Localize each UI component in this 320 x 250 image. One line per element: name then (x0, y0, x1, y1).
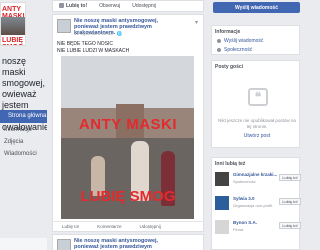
liked-page-name[interactable]: Gimnazjalne krzaki... (233, 172, 277, 177)
liked-page-name[interactable]: Bynon S.A. (233, 220, 277, 225)
liked-page-row: Gimnazjalne krzaki... Społeczność Lubię … (215, 172, 301, 190)
post-author-avatar[interactable] (57, 19, 71, 33)
liked-page-name[interactable]: Sylwia 3.0 (233, 196, 277, 201)
send-message-button[interactable]: Wyślij wiadomość (213, 2, 300, 13)
feed-post: Nie noszę maski antysmogowej, ponieważ j… (52, 234, 204, 250)
info-row-label: Społeczność (224, 47, 253, 53)
follow-button[interactable]: Obserwuj (93, 3, 126, 9)
liked-page-thumbnail[interactable] (215, 196, 229, 210)
post-timestamp[interactable]: 19 stycznia o 12:33 · 🌐 (74, 31, 122, 37)
left-nav: Strona główna Informacje Zdjęcia Wiadomo… (0, 110, 47, 159)
message-icon (217, 39, 221, 43)
left-sidebar: ANTY MASKI LUBIĘ SMOG noszę maski smogow… (0, 0, 47, 250)
quote-icon: ❝ (248, 88, 268, 106)
photo-sky (61, 56, 194, 108)
like-page-button[interactable]: Lubię to! (53, 3, 93, 9)
liked-page-category: Organizacja non-profit (233, 203, 273, 208)
post-text-line: NIE BĘDE TEGO NOSIC (57, 41, 114, 47)
thumbs-up-icon (59, 3, 64, 9)
post-share-button[interactable]: Udostępnij (131, 224, 170, 229)
nav-item-photos[interactable]: Zdjęcia (0, 135, 47, 147)
post-author-avatar[interactable] (57, 239, 71, 250)
liked-page-thumbnail[interactable] (215, 172, 229, 186)
create-post-link[interactable]: Utwórz post (217, 133, 297, 139)
visitor-posts-panel: Posty gości ❝ Nikt jeszcze nie opublikow… (211, 60, 300, 148)
liked-page-row: Bynon S.A. Firma Lubię to! (215, 220, 301, 238)
liked-page-category: Firma (233, 227, 244, 232)
post-author-name[interactable]: Nie noszę maski antysmogowej, ponieważ j… (74, 238, 174, 250)
info-header: Informacje (215, 29, 241, 35)
profile-picture-bottom-text: LUBIĘ SMOG (2, 37, 23, 45)
also-liked-panel: Inni lubią też Gimnazjalne krzaki... Spo… (211, 157, 301, 250)
photo-caption-top: ANTY MASKI (78, 116, 178, 133)
info-row-label: Wyślij wiadomość (224, 38, 264, 44)
page-name-line: noszę maski (2, 56, 27, 77)
liked-page-like-button[interactable]: Lubię to! (279, 174, 301, 181)
profile-picture-image (1, 17, 25, 35)
page-name-line: smogowej, (2, 78, 46, 88)
profile-picture[interactable]: ANTY MASKI LUBIĘ SMOG (0, 2, 26, 46)
post-actions: Lubię to! Komentarze Udostępnij (53, 221, 203, 231)
like-page-label: Lubię to! (66, 3, 88, 9)
visitor-posts-header: Posty gości (215, 64, 244, 70)
info-row[interactable]: Społeczność (212, 44, 299, 53)
feed-post: Nie noszę maski antysmogowej, ponieważ j… (52, 14, 204, 232)
nav-item-messages[interactable]: Wiadomości (0, 147, 47, 159)
liked-page-thumbnail[interactable] (215, 220, 229, 234)
share-page-button[interactable]: Udostępnij (126, 3, 162, 9)
nav-item-info[interactable]: Informacje (0, 123, 47, 135)
page-action-bar: Lubię to! Obserwuj Udostępnij (52, 0, 204, 12)
post-comment-button[interactable]: Komentarze (88, 224, 130, 229)
liked-page-like-button[interactable]: Lubię to! (279, 198, 301, 205)
community-icon (217, 48, 221, 52)
also-liked-header: Inni lubią też (215, 161, 246, 167)
post-like-button[interactable]: Lubię to! (53, 224, 88, 229)
info-panel: Informacje Wyślij wiadomość Społeczność (211, 25, 300, 55)
info-row[interactable]: Wyślij wiadomość (212, 35, 299, 44)
liked-page-like-button[interactable]: Lubię to! (279, 222, 301, 229)
visitor-posts-empty: Nikt jeszcze nie opublikował postów na t… (218, 118, 296, 129)
left-bottom-bar (0, 238, 47, 250)
post-text-line: NIE LUBIE LUDZI W MASKACH (57, 48, 130, 54)
photo-caption-bottom: LUBIĘ SMOG (80, 188, 176, 205)
liked-page-row: Sylwia 3.0 Organizacja non-profit Lubię … (215, 196, 301, 214)
post-photo[interactable]: ANTY MASKI LUBIĘ SMOG (61, 56, 194, 219)
page: ANTY MASKI LUBIĘ SMOG noszę maski smogow… (0, 0, 301, 250)
page-name-line: owieważ jestem (2, 89, 37, 110)
nav-item-home[interactable]: Strona główna (0, 110, 47, 123)
liked-page-category: Społeczność (233, 179, 256, 184)
post-options-icon[interactable]: ▾ (195, 19, 198, 26)
